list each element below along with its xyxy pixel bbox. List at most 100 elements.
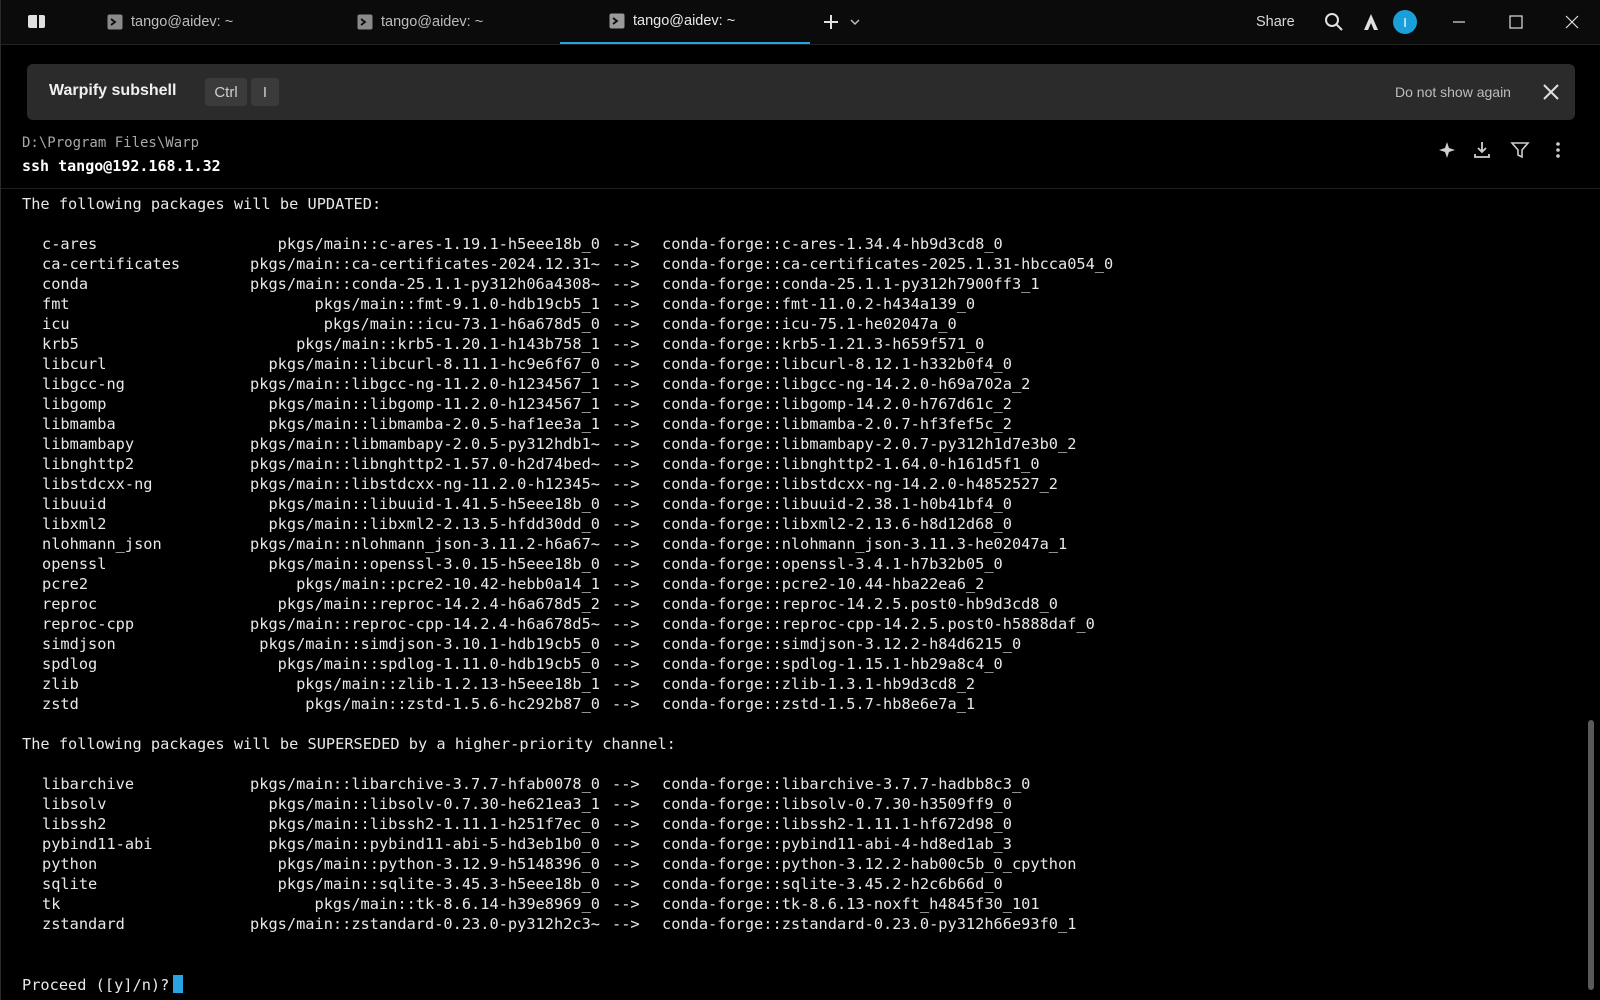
package-row: libstdcxx-ng pkgs/main::libstdcxx-ng-11.2… xyxy=(22,474,1562,494)
package-from: pkgs/main::python-3.12.9-h5148396_0 xyxy=(277,855,600,873)
package-to: conda-forge::zlib-1.3.1-hb9d3cd8_2 xyxy=(662,675,976,693)
package-row: sqlite pkgs/main::sqlite-3.45.3-h5eee18b_… xyxy=(22,874,1562,894)
tab-label: tango@aidev: ~ xyxy=(131,14,234,30)
package-row: zlib pkgs/main::zlib-1.2.13-h5eee18b_1 -->… xyxy=(22,674,1562,694)
tab-3-active[interactable]: tango@aidev: ~ xyxy=(560,0,810,44)
package-arrow: --> xyxy=(612,915,640,933)
package-arrow: --> xyxy=(612,615,640,633)
package-to: conda-forge::zstd-1.5.7-hb8e6e7a_1 xyxy=(662,695,976,713)
package-arrow: --> xyxy=(612,595,640,613)
package-row: fmt pkgs/main::fmt-9.1.0-hdb19cb5_1 --> con… xyxy=(22,294,1562,314)
package-arrow: --> xyxy=(612,255,640,273)
package-name: libcurl xyxy=(42,355,107,373)
banner-title: Warpify subshell xyxy=(49,82,177,99)
do-not-show-again-button[interactable]: Do not show again xyxy=(1395,84,1511,100)
package-to: conda-forge::libxml2-2.13.6-h8d12d68_0 xyxy=(662,515,1012,533)
maximize-icon[interactable] xyxy=(1506,12,1526,32)
more-vertical-icon[interactable] xyxy=(1548,140,1568,160)
package-row: ca-certificates pkgs/main::ca-certificate… xyxy=(22,254,1562,274)
share-button[interactable]: Share xyxy=(1256,14,1295,30)
package-row: krb5 pkgs/main::krb5-1.20.1-h143b758_1 -->… xyxy=(22,334,1562,354)
package-to: conda-forge::libcurl-8.12.1-h332b0f4_0 xyxy=(662,355,1012,373)
terminal-icon xyxy=(609,13,625,29)
package-to: conda-forge::c-ares-1.34.4-hb9d3cd8_0 xyxy=(662,235,1003,253)
package-arrow: --> xyxy=(612,695,640,713)
tab-2[interactable]: tango@aidev: ~ xyxy=(247,0,493,44)
package-row: zstd pkgs/main::zstd-1.5.6-hc292b87_0 --> c… xyxy=(22,694,1562,714)
package-row: libcurl pkgs/main::libcurl-8.11.1-hc9e6f6… xyxy=(22,354,1562,374)
package-row: reproc-cpp pkgs/main::reproc-cpp-14.2.4-h… xyxy=(22,614,1562,634)
package-row: libarchive pkgs/main::libarchive-3.7.7-hf… xyxy=(22,774,1562,794)
package-arrow: --> xyxy=(612,495,640,513)
package-to: conda-forge::tk-8.6.13-noxft_h4845f30_10… xyxy=(662,895,1040,913)
working-directory: D:\Program Files\Warp xyxy=(22,135,200,151)
package-name: libarchive xyxy=(42,775,135,793)
package-to: conda-forge::libmambapy-2.0.7-py312h1d7e… xyxy=(662,435,1077,453)
package-from: pkgs/main::libstdcxx-ng-11.2.0-h12345~ xyxy=(250,475,600,493)
tab-label: tango@aidev: ~ xyxy=(381,14,484,30)
package-row: libnghttp2 pkgs/main::libnghttp2-1.57.0-h… xyxy=(22,454,1562,474)
package-arrow: --> xyxy=(612,395,640,413)
package-arrow: --> xyxy=(612,675,640,693)
filter-icon[interactable] xyxy=(1510,140,1530,160)
package-name: c-ares xyxy=(42,235,98,253)
package-name: conda xyxy=(42,275,89,293)
scrollbar[interactable] xyxy=(1588,720,1594,990)
package-to: conda-forge::nlohmann_json-3.11.3-he0204… xyxy=(662,535,1068,553)
package-from: pkgs/main::zstandard-0.23.0-py312h2c3~ xyxy=(250,915,600,933)
download-icon[interactable] xyxy=(1472,140,1492,160)
avatar[interactable]: I xyxy=(1393,10,1417,34)
package-to: conda-forge::libsolv-0.7.30-h3509ff9_0 xyxy=(662,795,1012,813)
package-name: reproc xyxy=(42,595,98,613)
package-to: conda-forge::reproc-cpp-14.2.5.post0-h58… xyxy=(662,615,1095,633)
command-text[interactable]: ssh tango@192.168.1.32 xyxy=(22,157,221,175)
package-from: pkgs/main::libgcc-ng-11.2.0-h1234567_1 xyxy=(250,375,600,393)
package-arrow: --> xyxy=(612,375,640,393)
package-arrow: --> xyxy=(612,235,640,253)
search-icon[interactable] xyxy=(1324,12,1344,32)
package-from: pkgs/main::openssl-3.0.15-h5eee18b_0 xyxy=(268,555,600,573)
package-row: simdjson pkgs/main::simdjson-3.10.1-hdb19… xyxy=(22,634,1562,654)
package-name: ca-certificates xyxy=(42,255,181,273)
package-name: spdlog xyxy=(42,655,98,673)
package-from: pkgs/main::zstd-1.5.6-hc292b87_0 xyxy=(305,695,600,713)
package-to: conda-forge::zstandard-0.23.0-py312h66e9… xyxy=(662,915,1077,933)
package-name: nlohmann_json xyxy=(42,535,162,553)
package-arrow: --> xyxy=(612,355,640,373)
package-row: c-ares pkgs/main::c-ares-1.19.1-h5eee18b_… xyxy=(22,234,1562,254)
plus-icon[interactable] xyxy=(821,12,841,32)
package-to: conda-forge::fmt-11.0.2-h434a139_0 xyxy=(662,295,976,313)
terminal-icon xyxy=(107,14,123,30)
warp-ai-icon[interactable] xyxy=(1361,12,1381,32)
package-arrow: --> xyxy=(612,455,640,473)
package-row: libssh2 pkgs/main::libssh2-1.11.1-h251f7e… xyxy=(22,814,1562,834)
package-to: conda-forge::pybind11-abi-4-hd8ed1ab_3 xyxy=(662,835,1012,853)
package-arrow: --> xyxy=(612,655,640,673)
package-from: pkgs/main::nlohmann_json-3.11.2-h6a67~ xyxy=(250,535,600,553)
package-to: conda-forge::pcre2-10.44-hba22ea6_2 xyxy=(662,575,985,593)
close-icon[interactable] xyxy=(1541,82,1561,102)
package-to: conda-forge::reproc-14.2.5.post0-hb9d3cd… xyxy=(662,595,1059,613)
updated-heading: The following packages will be UPDATED: xyxy=(22,195,382,213)
tab-1[interactable]: tango@aidev: ~ xyxy=(1,0,247,44)
warpify-banner: Warpify subshell Ctrl I Do not show agai… xyxy=(27,64,1575,120)
package-to: conda-forge::libgomp-14.2.0-h767d61c_2 xyxy=(662,395,1012,413)
package-name: tk xyxy=(42,895,61,913)
chevron-down-icon[interactable] xyxy=(849,16,861,28)
minimize-icon[interactable] xyxy=(1449,12,1469,32)
package-arrow: --> xyxy=(612,555,640,573)
package-arrow: --> xyxy=(612,815,640,833)
package-from: pkgs/main::libuuid-1.41.5-h5eee18b_0 xyxy=(268,495,600,513)
package-to: conda-forge::libmamba-2.0.7-hf3fef5c_2 xyxy=(662,415,1012,433)
package-from: pkgs/main::icu-73.1-h6a678d5_0 xyxy=(323,315,600,333)
package-arrow: --> xyxy=(612,315,640,333)
package-from: pkgs/main::simdjson-3.10.1-hdb19cb5_0 xyxy=(259,635,600,653)
proceed-prompt[interactable]: Proceed ([y]/n)? xyxy=(22,975,184,994)
package-to: conda-forge::sqlite-3.45.2-h2c6b66d_0 xyxy=(662,875,1003,893)
package-arrow: --> xyxy=(612,795,640,813)
sparkle-icon[interactable] xyxy=(1437,140,1457,160)
package-name: zstd xyxy=(42,695,79,713)
tab-label: tango@aidev: ~ xyxy=(633,13,736,29)
close-icon[interactable] xyxy=(1562,12,1582,32)
package-row: pybind11-abi pkgs/main::pybind11-abi-5-hd… xyxy=(22,834,1562,854)
